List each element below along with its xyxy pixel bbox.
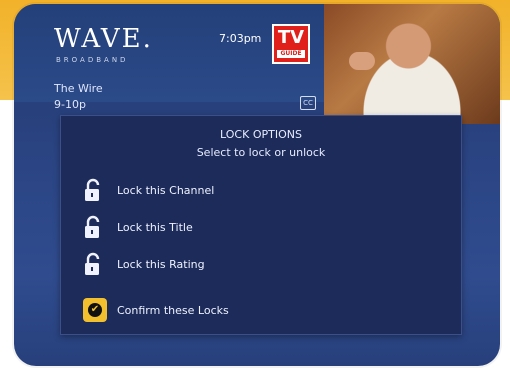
lock-title-option[interactable]: Lock this Title: [83, 215, 383, 241]
padlock-open-icon: [85, 178, 100, 201]
lock-title-label: Lock this Title: [117, 221, 193, 234]
lock-channel-label: Lock this Channel: [117, 184, 215, 197]
dialog-title: LOCK OPTIONS: [220, 128, 302, 141]
video-figure-hand: [349, 52, 375, 70]
padlock-open-icon: [85, 215, 100, 238]
closed-caption-icon: CC: [300, 96, 316, 110]
lock-rating-option[interactable]: Lock this Rating: [83, 252, 383, 278]
tv-guide-logo-bottom: GUIDE: [277, 50, 305, 58]
tv-guide-logo-top: TV: [277, 27, 305, 48]
lock-channel-option[interactable]: Lock this Channel: [83, 178, 383, 204]
checkmark-icon: ✔: [88, 303, 102, 317]
wave-logo-subtitle: BROADBAND: [56, 56, 129, 64]
program-time: 9-10p: [54, 98, 86, 111]
clock-time: 7:03pm: [219, 32, 262, 45]
confirm-locks-label: Confirm these Locks: [117, 304, 229, 317]
tv-guide-logo: TV GUIDE: [272, 24, 310, 64]
confirm-icon-frame: ✔: [83, 298, 107, 322]
dialog-subtitle: Select to lock or unlock: [196, 146, 326, 159]
lock-rating-label: Lock this Rating: [117, 258, 205, 271]
wave-logo: WAVE.: [54, 24, 153, 54]
lock-options-dialog: LOCK OPTIONS Select to lock or unlock Lo…: [60, 115, 462, 335]
padlock-open-icon: [85, 252, 100, 275]
confirm-locks-button[interactable]: ✔ Confirm these Locks: [83, 298, 383, 324]
program-title: The Wire: [54, 82, 103, 95]
